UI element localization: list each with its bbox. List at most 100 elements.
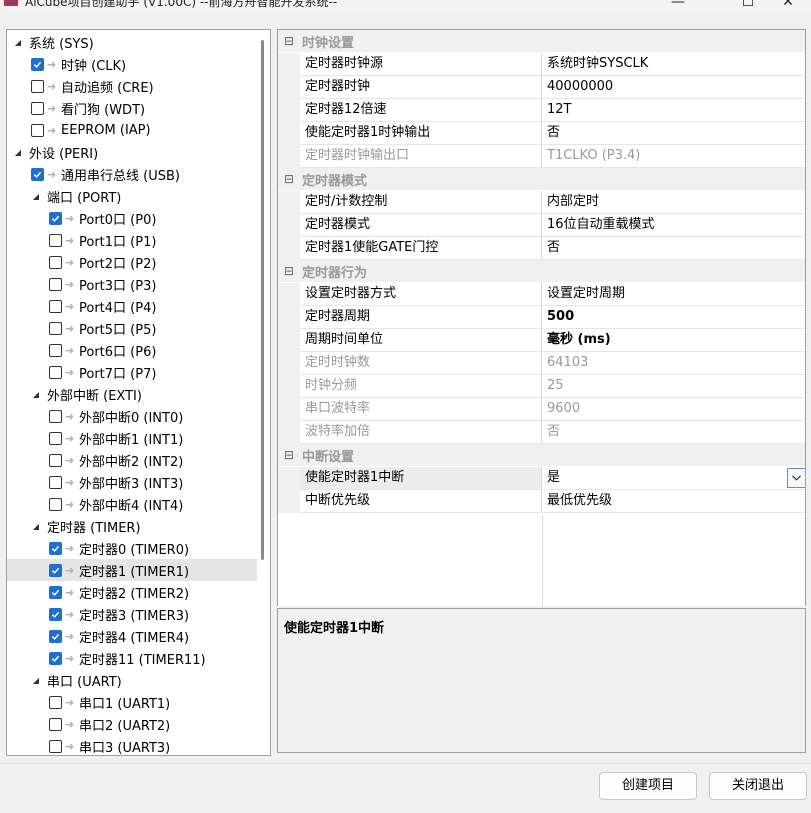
tree-checkbox[interactable] [49,717,62,731]
tree-item[interactable]: ➜ 外部中断3 (INT3) [7,471,257,493]
tree-item[interactable]: ➜ Port5口 (P5) [7,317,257,339]
property-value[interactable]: 系统时钟SYSCLK [542,53,805,76]
tree-checkbox[interactable] [49,607,62,621]
peripheral-tree[interactable]: ◢ 系统 (SYS) ➜ 时钟 (CLK) ➜ 自动追频 (CRE) ➜ 看门狗 (WDT) ➜… [6,29,271,756]
expand-triangle-icon[interactable]: ◢ [31,192,41,201]
tree-item[interactable]: ➜ Port0口 (P0) [7,207,257,229]
tree-checkbox[interactable] [31,57,44,71]
property-row[interactable]: 使能定时器1中断是 [278,467,805,490]
property-category[interactable]: ⊟ 定时器行为 [278,260,805,282]
property-category[interactable]: ⊟ 时钟设置 [278,30,805,52]
tree-item[interactable]: ➜ Port4口 (P4) [7,295,257,317]
tree-checkbox[interactable] [49,475,62,489]
property-value[interactable]: 内部定时 [542,191,805,214]
tree-checkbox[interactable] [49,629,62,643]
tree-checkbox[interactable] [31,101,44,115]
property-value[interactable]: 设置定时周期 [542,283,805,306]
expand-triangle-icon[interactable]: ◢ [13,148,23,157]
tree-item[interactable]: ➜ Port6口 (P6) [7,339,257,361]
property-grid[interactable]: ⊟ 时钟设置 定时器时钟源 系统时钟SYSCLK 定时器时钟 40000000 定时器12倍… [277,29,806,606]
tree-checkbox[interactable] [49,255,62,269]
tree-checkbox[interactable] [49,277,62,291]
tree-scrollbar[interactable] [261,40,264,560]
tree-checkbox[interactable] [49,541,62,555]
expand-triangle-icon[interactable]: ◢ [31,676,41,685]
collapse-toggle-icon[interactable]: ⊟ [278,264,300,278]
tree-checkbox[interactable] [49,585,62,599]
property-category[interactable]: ⊟ 中断设置 [278,444,805,466]
close-exit-button[interactable]: 关闭退出 [709,772,807,800]
property-row[interactable]: 定时器1使能GATE门控否 [278,237,805,260]
tree-item[interactable]: ➜ EEPROM (IAP) [7,119,257,141]
tree-item[interactable]: ➜ 看门狗 (WDT) [7,97,257,119]
property-value[interactable]: 500 [542,306,805,329]
tree-checkbox[interactable] [49,409,62,423]
property-category[interactable]: ⊟ 定时器模式 [278,168,805,190]
tree-item[interactable]: ➜ 串口3 (UART3) [7,735,257,755]
tree-item[interactable]: ◢ 外设 (PERI) [7,141,257,163]
tree-checkbox[interactable] [49,739,62,753]
close-window-button[interactable]: ✕ [765,0,811,11]
property-row[interactable]: 定时/计数控制 内部定时 [278,191,805,214]
tree-item[interactable]: ◢ 外部中断 (EXTI) [7,383,257,405]
property-row[interactable]: 定时器模式 16位自动重载模式 [278,214,805,237]
tree-item[interactable]: ◢ 系统 (SYS) [7,31,257,53]
tree-item[interactable]: ➜ 外部中断0 (INT0) [7,405,257,427]
tree-item[interactable]: ➜ 外部中断4 (INT4) [7,493,257,515]
tree-checkbox[interactable] [49,431,62,445]
expand-triangle-icon[interactable]: ◢ [13,38,23,47]
property-value[interactable]: 是 [542,467,805,490]
tree-checkbox[interactable] [49,563,62,577]
tree-item[interactable]: ➜ 外部中断1 (INT1) [7,427,257,449]
tree-item[interactable]: ➜ 通用串行总线 (USB) [7,163,257,185]
collapse-toggle-icon[interactable]: ⊟ [278,34,300,48]
tree-item[interactable]: ◢ 端口 (PORT) [7,185,257,207]
collapse-toggle-icon[interactable]: ⊟ [278,448,300,462]
expand-triangle-icon[interactable]: ◢ [31,522,41,531]
tree-checkbox[interactable] [49,321,62,335]
tree-item[interactable]: ➜ 定时器2 (TIMER2) [7,581,257,603]
tree-item[interactable]: ➜ Port3口 (P3) [7,273,257,295]
tree-item[interactable]: ➜ Port1口 (P1) [7,229,257,251]
collapse-toggle-icon[interactable]: ⊟ [278,172,300,186]
expand-triangle-icon[interactable]: ◢ [31,390,41,399]
tree-item[interactable]: ➜ 自动追频 (CRE) [7,75,257,97]
tree-item[interactable]: ➜ 外部中断2 (INT2) [7,449,257,471]
tree-checkbox[interactable] [31,79,44,93]
property-row[interactable]: 定时器12倍速 12T [278,99,805,122]
tree-item[interactable]: ➜ Port2口 (P2) [7,251,257,273]
tree-item[interactable]: ◢ 串口 (UART) [7,669,257,691]
property-row[interactable]: 周期时间单位 毫秒 (ms) [278,329,805,352]
tree-item[interactable]: ➜ 定时器4 (TIMER4) [7,625,257,647]
property-value[interactable]: 16位自动重载模式 [542,214,805,237]
tree-checkbox[interactable] [49,343,62,357]
property-row[interactable]: 中断优先级 最低优先级 [278,490,805,513]
property-row[interactable]: 使能定时器1时钟输出否 [278,122,805,145]
tree-checkbox[interactable] [49,651,62,665]
property-row[interactable]: 定时器时钟源 系统时钟SYSCLK [278,53,805,76]
tree-checkbox[interactable] [49,233,62,247]
property-value[interactable]: 否 [542,237,805,260]
tree-checkbox[interactable] [49,299,62,313]
tree-item[interactable]: ◢ 定时器 (TIMER) [7,515,257,537]
tree-item[interactable]: ➜ 定时器11 (TIMER11) [7,647,257,669]
property-value[interactable]: 40000000 [542,76,805,99]
tree-checkbox[interactable] [49,695,62,709]
minimize-button[interactable]: — [655,0,701,11]
create-project-button[interactable]: 创建项目 [599,772,697,800]
tree-checkbox[interactable] [31,167,44,181]
property-value[interactable]: 毫秒 (ms) [542,329,805,352]
tree-checkbox[interactable] [49,453,62,467]
tree-checkbox[interactable] [49,497,62,511]
property-row[interactable]: 定时器时钟 40000000 [278,76,805,99]
tree-item[interactable]: ➜ 串口1 (UART1) [7,691,257,713]
tree-item[interactable]: ➜ Port7口 (P7) [7,361,257,383]
chevron-down-icon[interactable] [787,468,805,488]
tree-item[interactable]: ➜ 定时器3 (TIMER3) [7,603,257,625]
tree-item[interactable]: ➜ 串口2 (UART2) [7,713,257,735]
tree-checkbox[interactable] [49,211,62,225]
tree-item[interactable]: ➜ 定时器1 (TIMER1) [7,559,257,581]
tree-checkbox[interactable] [31,123,44,137]
tree-checkbox[interactable] [49,365,62,379]
tree-item[interactable]: ➜ 定时器0 (TIMER0) [7,537,257,559]
